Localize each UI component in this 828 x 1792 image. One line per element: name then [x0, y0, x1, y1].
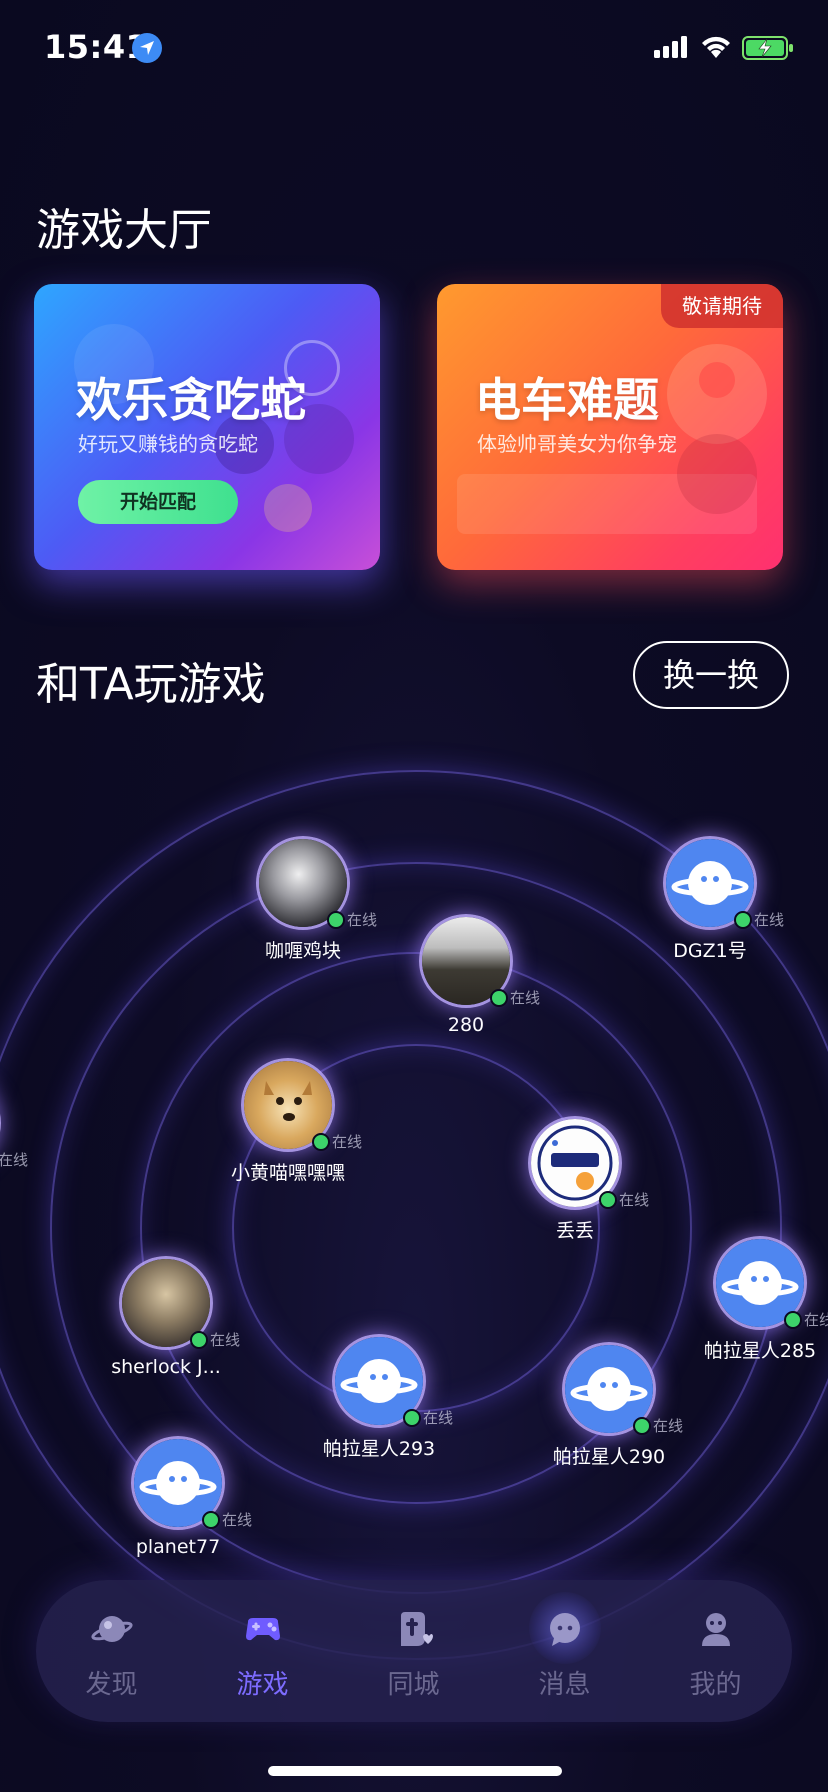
battery-charging-icon [742, 36, 793, 60]
user-name: 小黄喵嘿嘿嘿 [230, 1162, 345, 1184]
online-indicator [327, 911, 345, 929]
user-name: 丢丢 [555, 1220, 594, 1242]
avatar: 在线 [713, 1236, 828, 1330]
online-label: 在线 [510, 989, 541, 1007]
nav-label: 消息 [538, 1670, 591, 1700]
online-indicator [633, 1417, 651, 1435]
avatar: 在线 [119, 1256, 240, 1350]
city-icon [401, 1612, 433, 1646]
shuffle-button[interactable]: 换一换 [633, 641, 789, 709]
snake-card-subtitle: 好玩又赚钱的贪吃蛇 [78, 432, 258, 456]
user-name: 280 [447, 1014, 485, 1036]
avatar: 在线 [562, 1342, 683, 1436]
online-label: 在线 [619, 1191, 650, 1209]
tram-card-subtitle: 体验帅哥美女为你争宠 [477, 432, 677, 456]
avatar: 在线 [256, 836, 377, 930]
online-indicator [734, 911, 752, 929]
home-indicator[interactable] [268, 1766, 562, 1776]
gamepad-icon [246, 1618, 280, 1641]
online-indicator [784, 1311, 802, 1329]
user-card[interactable]: 在线 planet77 [78, 1436, 278, 1558]
user-card[interactable]: 在线 DGZ1号 [610, 836, 810, 963]
card-decoration [677, 434, 757, 514]
user-card[interactable]: 在线 sherlock J... [66, 1256, 266, 1378]
avatar: 在线 [663, 836, 784, 930]
online-indicator [202, 1511, 220, 1529]
online-indicator [490, 989, 508, 1007]
user-name: 帕拉星人293 [322, 1438, 436, 1460]
online-indicator [312, 1133, 330, 1151]
play-with-title: 和TA玩游戏 [36, 659, 266, 710]
online-label: 在线 [0, 1151, 29, 1169]
user-name: planet77 [135, 1536, 221, 1558]
user-card[interactable]: 在线 丢丢 [475, 1116, 675, 1243]
avatar: 在线 [131, 1436, 252, 1530]
user-card[interactable]: 在线 280 [366, 914, 566, 1036]
nav-item-city[interactable]: 同城 [338, 1580, 489, 1722]
card-decoration [264, 484, 312, 532]
online-indicator [190, 1331, 208, 1349]
signal-icon [654, 36, 687, 58]
planet-icon [91, 1616, 133, 1642]
lobby-title: 游戏大厅 [36, 205, 212, 256]
user-card[interactable]: 在线 帕拉星人290 [509, 1342, 709, 1469]
coming-soon-badge: 敬请期待 [661, 284, 783, 328]
card-decoration [699, 362, 735, 398]
user-card[interactable]: 在线 [0, 1076, 54, 1176]
nav-item-game[interactable]: 游戏 [187, 1580, 338, 1722]
online-label: 在线 [423, 1409, 454, 1427]
user-name: sherlock J... [111, 1356, 221, 1378]
online-label: 在线 [804, 1311, 828, 1329]
start-match-button[interactable]: 开始匹配 [78, 480, 238, 524]
nav-item-messages[interactable]: 消息 [489, 1580, 640, 1722]
nav-label: 同城 [387, 1670, 440, 1700]
profile-icon [702, 1613, 730, 1646]
tram-card-title: 电车难题 [475, 373, 659, 427]
user-card[interactable]: 在线 小黄喵嘿嘿嘿 [188, 1058, 388, 1185]
user-card[interactable]: 在线 帕拉星人293 [279, 1334, 479, 1461]
avatar: 在线 [0, 1076, 28, 1170]
snake-card-title: 欢乐贪吃蛇 [76, 373, 306, 427]
location-icon [132, 33, 162, 63]
avatar: 在线 [419, 914, 540, 1008]
nav-label: 发现 [85, 1670, 138, 1700]
avatar: 在线 [241, 1058, 362, 1152]
nav-label: 我的 [689, 1670, 742, 1700]
avatar: 在线 [332, 1334, 453, 1428]
nav-item-profile[interactable]: 我的 [640, 1580, 791, 1722]
avatar: 在线 [528, 1116, 649, 1210]
nav-item-discover[interactable]: 发现 [36, 1580, 187, 1722]
snake-game-card[interactable]: 欢乐贪吃蛇 好玩又赚钱的贪吃蛇 开始匹配 [34, 284, 380, 570]
online-label: 在线 [754, 911, 785, 929]
message-icon [550, 1613, 580, 1646]
online-indicator [599, 1191, 617, 1209]
online-label: 在线 [653, 1417, 684, 1435]
online-indicator [403, 1409, 421, 1427]
online-label: 在线 [210, 1331, 241, 1349]
bottom-nav: 发现 游戏 同城 消息 我的 [36, 1580, 792, 1722]
user-name: 帕拉星人290 [552, 1446, 666, 1468]
user-name: DGZ1号 [673, 940, 747, 962]
tram-game-card[interactable]: 敬请期待 电车难题 体验帅哥美女为你争宠 [437, 284, 783, 570]
wifi-icon [702, 36, 730, 58]
nav-label: 游戏 [236, 1670, 289, 1700]
online-label: 在线 [222, 1511, 253, 1529]
status-bar: 15:41 [0, 0, 828, 100]
online-label: 在线 [332, 1133, 363, 1151]
game-screen: 15:41 游戏大厅 欢乐贪吃蛇 好玩又赚钱的贪吃蛇 开始匹配 敬请期待 电车难… [0, 0, 828, 1792]
